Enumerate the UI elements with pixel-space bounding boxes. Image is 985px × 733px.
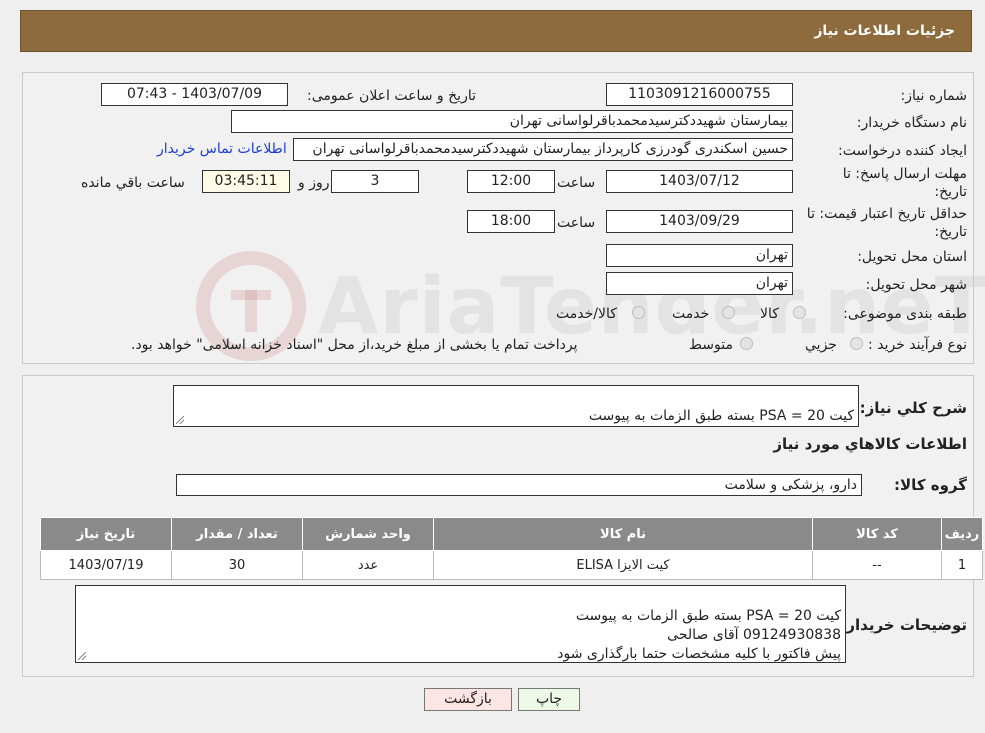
buyer-org-label: نام دستگاه خریدار: <box>856 115 967 131</box>
requester-label: ایجاد کننده درخواست: <box>838 143 967 159</box>
cell-name: کیت الایزا ELISA <box>433 550 813 580</box>
cell-unit: عدد <box>302 550 434 580</box>
goods-group-field: دارو، پزشکی و سلامت <box>176 474 862 496</box>
cell-qty: 30 <box>171 550 303 580</box>
col-row: ردیف <box>941 517 983 551</box>
province-label: استان محل تحویل: <box>857 249 967 265</box>
reply-time-label: ساعت <box>557 175 596 191</box>
summary-textarea: کیت PSA = 20 بسته طبق الزمات به پیوست <box>173 385 859 427</box>
col-code: کد کالا <box>812 517 942 551</box>
col-unit: واحد شمارش <box>302 517 434 551</box>
summary-text: کیت PSA = 20 بسته طبق الزمات به پیوست <box>588 408 854 424</box>
category-option-service: خدمت <box>672 306 710 322</box>
category-option-goods: کالا <box>760 306 779 322</box>
cell-row: 1 <box>941 550 983 580</box>
city-label: شهر محل تحویل: <box>865 277 967 293</box>
category-label: طبقه بندی موضوعی: <box>843 306 967 322</box>
cell-date: 1403/07/19 <box>40 550 172 580</box>
buyer-notes-textarea: کیت PSA = 20 بسته طبق الزمات به پیوست 09… <box>75 585 846 663</box>
print-button[interactable]: چاپ <box>518 688 580 711</box>
price-validity-label-date: تاریخ: <box>934 224 967 240</box>
process-radio-medium[interactable] <box>740 337 753 350</box>
days-field: 3 <box>331 170 419 193</box>
validity-time-field: 18:00 <box>467 210 555 233</box>
col-date: تاریخ نیاز <box>40 517 172 551</box>
announce-datetime-field: 1403/07/09 - 07:43 <box>101 83 288 106</box>
validity-date-field: 1403/09/29 <box>606 210 793 233</box>
goods-info-title: اطلاعات کالاهاي مورد نیاز <box>773 435 967 453</box>
cell-code: -- <box>812 550 942 580</box>
reply-deadline-label-date: تاریخ: <box>934 184 967 200</box>
table-header-row: ردیف کد کالا نام کالا واحد شمارش تعداد /… <box>40 517 983 551</box>
page-title: جزئیات اطلاعات نیاز <box>814 23 955 39</box>
resize-grip-icon[interactable] <box>78 652 86 660</box>
summary-label: شرح کلي نیاز: <box>859 399 967 417</box>
category-radio-service[interactable] <box>722 306 735 319</box>
buyer-notes-label: توضیحات خریدار: <box>840 616 967 634</box>
col-qty: تعداد / مقدار <box>171 517 303 551</box>
goods-table: ردیف کد کالا نام کالا واحد شمارش تعداد /… <box>40 517 983 580</box>
buyer-notes-text: کیت PSA = 20 بسته طبق الزمات به پیوست 09… <box>557 608 841 662</box>
reply-deadline-label: مهلت ارسال پاسخ: تا <box>842 166 967 182</box>
category-radio-goods-service[interactable] <box>632 306 645 319</box>
col-name: نام کالا <box>433 517 813 551</box>
page-header: جزئیات اطلاعات نیاز <box>20 10 972 52</box>
need-number-field: 1103091216000755 <box>606 83 793 106</box>
requester-field: حسین اسکندری گودرزی کارپرداز بیمارستان ش… <box>293 138 793 161</box>
goods-group-label: گروه کالا: <box>894 476 967 494</box>
resize-grip-icon[interactable] <box>176 416 184 424</box>
remaining-time-field: 03:45:11 <box>202 170 290 193</box>
process-option-medium: متوسط <box>689 337 733 353</box>
category-option-goods-service: کالا/خدمت <box>556 306 617 322</box>
category-radio-goods[interactable] <box>793 306 806 319</box>
price-validity-label: حداقل تاریخ اعتبار قیمت: تا <box>806 206 967 222</box>
remaining-time-label: ساعت باقي مانده <box>81 175 185 191</box>
city-field: تهران <box>606 272 793 295</box>
process-radio-minor[interactable] <box>850 337 863 350</box>
days-label: روز و <box>298 175 330 191</box>
process-option-minor: جزیي <box>805 337 837 353</box>
need-number-label: شماره نیاز: <box>900 88 968 104</box>
announce-datetime-label: تاریخ و ساعت اعلان عمومی: <box>307 88 476 104</box>
reply-date-field: 1403/07/12 <box>606 170 793 193</box>
back-button[interactable]: بازگشت <box>424 688 512 711</box>
goods-table-wrapper: ردیف کد کالا نام کالا واحد شمارش تعداد /… <box>40 517 983 580</box>
province-field: تهران <box>606 244 793 267</box>
reply-time-field: 12:00 <box>467 170 555 193</box>
table-row: 1 -- کیت الایزا ELISA عدد 30 1403/07/19 <box>40 550 983 580</box>
validity-time-label: ساعت <box>557 215 596 231</box>
buyer-org-field: بیمارستان شهیددکترسیدمحمدباقرلواسانی تهر… <box>231 110 793 133</box>
process-label: نوع فرآیند خرید : <box>868 337 967 353</box>
process-note: پرداخت تمام یا بخشی از مبلغ خرید،از محل … <box>131 337 578 353</box>
buyer-contact-link[interactable]: اطلاعات تماس خریدار <box>157 141 287 157</box>
